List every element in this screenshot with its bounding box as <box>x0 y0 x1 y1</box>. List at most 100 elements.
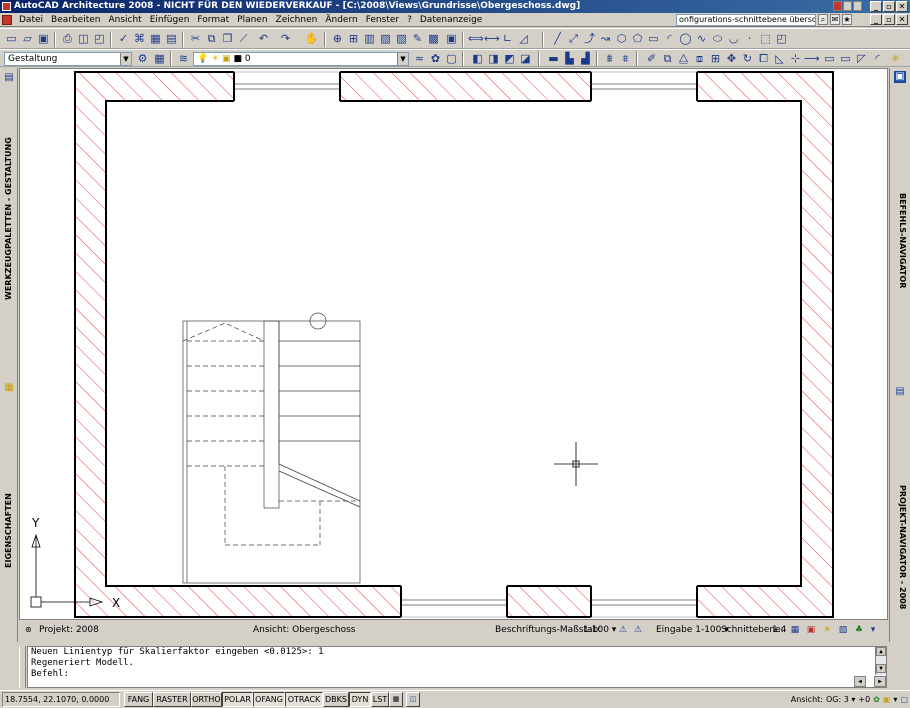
elevation-select[interactable]: +0 <box>858 692 870 707</box>
scroll-up-icon[interactable]: ▲ <box>876 647 886 656</box>
markup-icon[interactable]: ✎ <box>410 31 425 46</box>
explode-icon[interactable]: ✳ <box>888 51 903 66</box>
layer-manager-icon[interactable]: ≋ <box>176 51 191 66</box>
save-icon[interactable]: ▣ <box>36 31 51 46</box>
copy-icon[interactable]: ⧉ <box>204 31 219 46</box>
communication-icon[interactable]: ✉ <box>830 14 840 25</box>
lineweight-toggle[interactable]: LST <box>371 692 389 707</box>
tool-palettes-tab[interactable]: WERKZEUGPALETTEN - GESTALTUNG <box>4 137 13 300</box>
layer-select[interactable]: 💡 ☀ ▣ ■ 0 ▼ <box>193 52 409 66</box>
draw-order-front-icon[interactable]: ◧ <box>470 51 485 66</box>
search-icon[interactable]: ⌕ <box>818 14 828 25</box>
line-icon[interactable]: ╱ <box>550 31 565 46</box>
window-frames[interactable] <box>234 71 697 618</box>
tool-palettes-icon[interactable]: ▧ <box>378 31 393 46</box>
publish-icon[interactable]: ◰ <box>92 31 107 46</box>
copy-object-icon[interactable]: ⧉ <box>660 51 675 66</box>
wall-outlines[interactable] <box>74 71 834 618</box>
properties-palette-icon[interactable]: ▦ <box>3 382 15 394</box>
zoom-window-icon[interactable]: ⊞ <box>346 31 361 46</box>
chamfer-icon[interactable]: ◸ <box>854 51 869 66</box>
window-maximize-button[interactable]: ▫ <box>883 1 895 12</box>
menu-zeichnen[interactable]: Zeichnen <box>272 13 322 27</box>
elevation-icon[interactable]: ✿ <box>873 692 880 707</box>
infocenter-icon[interactable] <box>833 1 842 11</box>
menu-einfuegen[interactable]: Einfügen <box>146 13 194 27</box>
wall-hatch[interactable] <box>75 72 833 617</box>
project-navigator-tab[interactable]: PROJEKT-NAVIGATOR - 2008 <box>898 485 907 609</box>
isolate-objects-icon[interactable]: ♣ <box>853 624 865 636</box>
model-toggle-icon[interactable]: ▦ <box>389 692 403 707</box>
floor-select[interactable]: OG: 3 ▾ <box>826 692 855 707</box>
window-tool-icon[interactable]: ▟ <box>578 51 593 66</box>
menu-format[interactable]: Format <box>193 13 233 27</box>
make-block-icon[interactable]: ◰ <box>774 31 789 46</box>
hatch-tool-icon[interactable]: ⬡ <box>614 31 629 46</box>
zoom-realtime-icon[interactable]: ⊕ <box>330 31 345 46</box>
layer-key-icon[interactable]: ▦ <box>789 624 801 636</box>
status-menu-icon[interactable]: ▾ <box>893 692 897 707</box>
menu-help[interactable]: ? <box>403 13 416 27</box>
pan-icon[interactable]: ✋ <box>304 31 319 46</box>
sheet-set-icon[interactable]: ▨ <box>394 31 409 46</box>
spellcheck-icon[interactable]: ✓ <box>116 31 131 46</box>
status-menu-icon[interactable]: ▾ <box>867 624 879 636</box>
light-icon[interactable]: ☀ <box>821 624 833 636</box>
menu-bearbeiten[interactable]: Bearbeiten <box>47 13 104 27</box>
scroll-down-icon[interactable]: ▼ <box>876 664 886 673</box>
rectangle-icon[interactable]: ▭ <box>646 31 661 46</box>
break-icon[interactable]: ▭ <box>822 51 837 66</box>
draw-order-below-icon[interactable]: ◪ <box>518 51 533 66</box>
command-scrollbar[interactable]: ▲ ▼ <box>875 647 886 675</box>
properties-tab[interactable]: EIGENSCHAFTEN <box>4 493 13 568</box>
menu-planen[interactable]: Planen <box>233 13 271 27</box>
cut-icon[interactable]: ✂ <box>188 31 203 46</box>
display-config-icon[interactable]: ▣ <box>805 624 817 636</box>
ortho-toggle[interactable]: ORTHO <box>191 692 222 707</box>
command-hscrollbar[interactable]: ◀ ▶ <box>854 676 888 687</box>
annotation-visibility-icon[interactable]: ⚠ <box>617 624 629 636</box>
railing-tool-icon[interactable]: ⩨ <box>618 51 633 66</box>
menu-aendern[interactable]: Ändern <box>321 13 361 27</box>
snap-toggle[interactable]: FANG <box>124 692 153 707</box>
command-window[interactable]: Neuen Linientyp für Skalierfaktor eingeb… <box>27 646 887 688</box>
drawing-canvas[interactable]: Y X <box>19 68 888 620</box>
block-editor-icon[interactable]: ▦ <box>148 31 163 46</box>
scroll-right-icon[interactable]: ▶ <box>874 676 886 687</box>
menu-datei[interactable]: Datei <box>15 13 47 27</box>
workspace-save-icon[interactable]: ▦ <box>152 51 167 66</box>
redo-icon[interactable]: ↷ <box>278 31 293 46</box>
plot-preview-icon[interactable]: ◫ <box>76 31 91 46</box>
window-minimize-button[interactable]: _ <box>870 1 882 12</box>
layout-toggle-icon[interactable]: ◫ <box>406 692 420 707</box>
document-icon[interactable] <box>2 14 12 25</box>
mirror-icon[interactable]: ⧋ <box>676 51 691 66</box>
layer-isolate-icon[interactable]: ▢ <box>444 51 459 66</box>
polyline-icon[interactable]: ⤴ <box>582 31 597 46</box>
array-icon[interactable]: ⊞ <box>708 51 723 66</box>
menu-ansicht[interactable]: Ansicht <box>104 13 145 27</box>
new-file-icon[interactable]: ▭ <box>4 31 19 46</box>
trim-icon[interactable]: ⊹ <box>788 51 803 66</box>
insert-block-icon[interactable]: ⬚ <box>758 31 773 46</box>
revcloud-icon[interactable]: ∿ <box>694 31 709 46</box>
rotate-icon[interactable]: ↻ <box>740 51 755 66</box>
annotation-autoscale-icon[interactable]: ⚠ <box>632 624 644 636</box>
window-close-button[interactable]: ✕ <box>896 1 908 12</box>
chevron-down-icon[interactable]: ▼ <box>397 53 408 65</box>
chevron-down-icon[interactable]: ▼ <box>120 53 131 65</box>
model-icon[interactable] <box>853 1 862 11</box>
command-navigator-icon[interactable]: ▣ <box>894 71 906 83</box>
layer-match-icon[interactable]: ✿ <box>428 51 443 66</box>
polygon-icon[interactable]: ⬠ <box>630 31 645 46</box>
autocad-app-icon[interactable] <box>2 2 11 11</box>
lock-icon[interactable]: ▣ <box>883 692 891 707</box>
door-tool-icon[interactable]: ▙ <box>562 51 577 66</box>
offset-icon[interactable]: ⧈ <box>692 51 707 66</box>
design-center-icon[interactable]: ▤ <box>164 31 179 46</box>
ducs-toggle[interactable]: DBKS <box>323 692 349 707</box>
dbconnect-icon[interactable]: ▣ <box>444 31 459 46</box>
circle-icon[interactable]: ◯ <box>678 31 693 46</box>
erase-icon[interactable]: ✐ <box>644 51 659 66</box>
tool-palette-icon[interactable]: ▤ <box>3 72 15 84</box>
